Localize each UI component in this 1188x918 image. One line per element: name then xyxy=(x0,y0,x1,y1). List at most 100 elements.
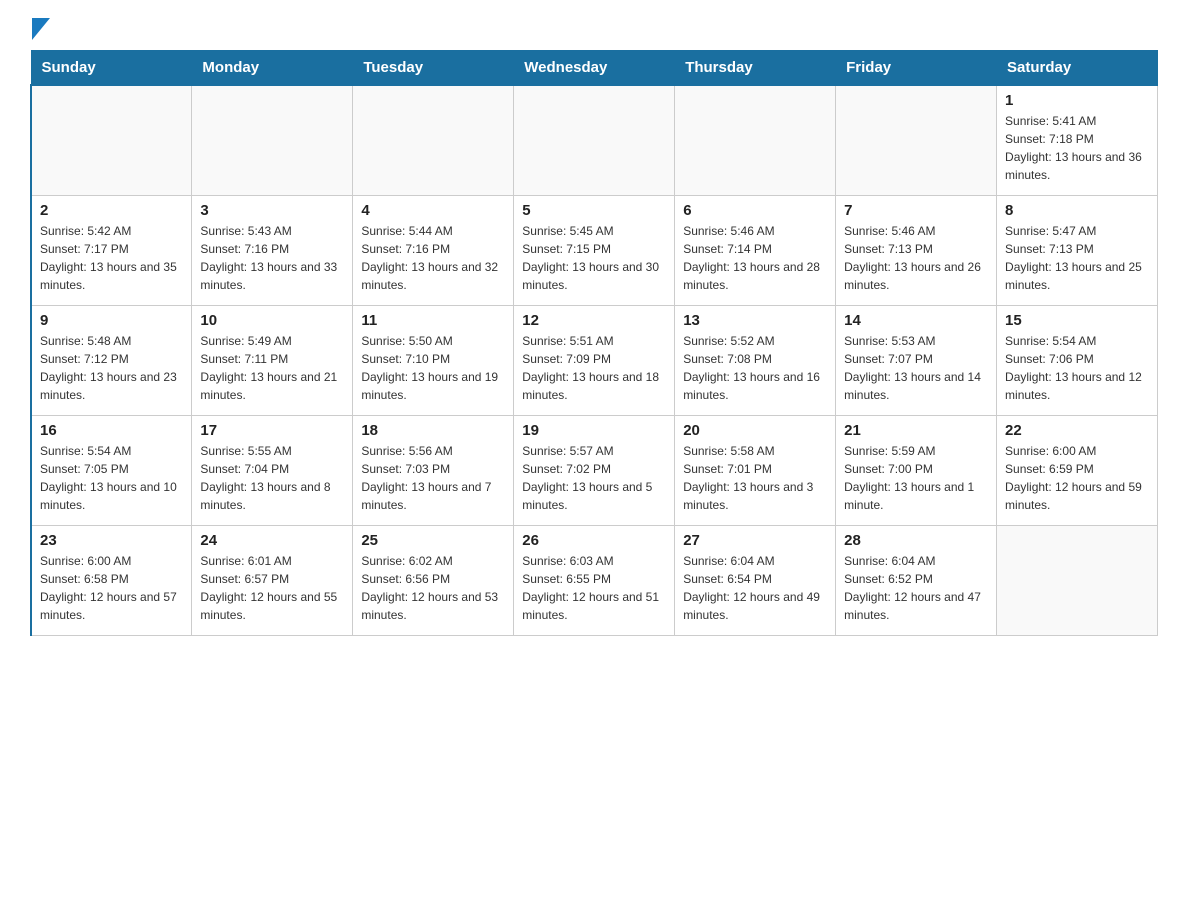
day-info: Sunrise: 6:01 AMSunset: 6:57 PMDaylight:… xyxy=(200,552,344,624)
calendar-cell: 8 Sunrise: 5:47 AMSunset: 7:13 PMDaylight… xyxy=(997,195,1158,305)
calendar-cell: 11 Sunrise: 5:50 AMSunset: 7:10 PMDayligh… xyxy=(353,305,514,415)
calendar-cell: 26 Sunrise: 6:03 AMSunset: 6:55 PMDayligh… xyxy=(514,525,675,635)
day-of-week-sunday: Sunday xyxy=(31,51,192,86)
logo-triangle-icon xyxy=(32,18,50,40)
day-info: Sunrise: 5:54 AMSunset: 7:06 PMDaylight:… xyxy=(1005,332,1149,404)
day-number: 11 xyxy=(361,312,505,329)
day-number: 21 xyxy=(844,422,988,439)
day-of-week-thursday: Thursday xyxy=(675,51,836,86)
calendar-cell xyxy=(514,85,675,195)
day-info: Sunrise: 5:59 AMSunset: 7:00 PMDaylight:… xyxy=(844,442,988,514)
calendar-cell: 6 Sunrise: 5:46 AMSunset: 7:14 PMDaylight… xyxy=(675,195,836,305)
day-number: 12 xyxy=(522,312,666,329)
day-number: 7 xyxy=(844,202,988,219)
day-info: Sunrise: 5:42 AMSunset: 7:17 PMDaylight:… xyxy=(40,222,183,294)
day-info: Sunrise: 5:43 AMSunset: 7:16 PMDaylight:… xyxy=(200,222,344,294)
day-info: Sunrise: 5:50 AMSunset: 7:10 PMDaylight:… xyxy=(361,332,505,404)
calendar-cell: 1 Sunrise: 5:41 AMSunset: 7:18 PMDaylight… xyxy=(997,85,1158,195)
day-info: Sunrise: 5:53 AMSunset: 7:07 PMDaylight:… xyxy=(844,332,988,404)
day-number: 15 xyxy=(1005,312,1149,329)
calendar-cell: 13 Sunrise: 5:52 AMSunset: 7:08 PMDayligh… xyxy=(675,305,836,415)
day-number: 20 xyxy=(683,422,827,439)
day-info: Sunrise: 5:58 AMSunset: 7:01 PMDaylight:… xyxy=(683,442,827,514)
day-info: Sunrise: 5:47 AMSunset: 7:13 PMDaylight:… xyxy=(1005,222,1149,294)
day-of-week-wednesday: Wednesday xyxy=(514,51,675,86)
page-header xyxy=(30,20,1158,40)
day-number: 13 xyxy=(683,312,827,329)
day-info: Sunrise: 5:49 AMSunset: 7:11 PMDaylight:… xyxy=(200,332,344,404)
day-info: Sunrise: 6:04 AMSunset: 6:52 PMDaylight:… xyxy=(844,552,988,624)
day-number: 6 xyxy=(683,202,827,219)
calendar-cell: 27 Sunrise: 6:04 AMSunset: 6:54 PMDayligh… xyxy=(675,525,836,635)
calendar-cell: 18Sunrise: 5:56 AMSunset: 7:03 PMDayligh… xyxy=(353,415,514,525)
calendar-cell: 24 Sunrise: 6:01 AMSunset: 6:57 PMDayligh… xyxy=(192,525,353,635)
day-info: Sunrise: 5:55 AMSunset: 7:04 PMDaylight:… xyxy=(200,442,344,514)
day-info: Sunrise: 6:03 AMSunset: 6:55 PMDaylight:… xyxy=(522,552,666,624)
calendar-cell: 9 Sunrise: 5:48 AMSunset: 7:12 PMDaylight… xyxy=(31,305,192,415)
calendar-week-row: 9 Sunrise: 5:48 AMSunset: 7:12 PMDaylight… xyxy=(31,305,1158,415)
calendar-cell: 10 Sunrise: 5:49 AMSunset: 7:11 PMDayligh… xyxy=(192,305,353,415)
day-number: 17 xyxy=(200,422,344,439)
day-number: 24 xyxy=(200,532,344,549)
calendar-cell: 17 Sunrise: 5:55 AMSunset: 7:04 PMDayligh… xyxy=(192,415,353,525)
day-number: 16 xyxy=(40,422,183,439)
day-info: Sunrise: 6:00 AMSunset: 6:59 PMDaylight:… xyxy=(1005,442,1149,514)
calendar-cell: 3 Sunrise: 5:43 AMSunset: 7:16 PMDaylight… xyxy=(192,195,353,305)
calendar-cell xyxy=(997,525,1158,635)
calendar-cell: 21 Sunrise: 5:59 AMSunset: 7:00 PMDayligh… xyxy=(836,415,997,525)
day-number: 14 xyxy=(844,312,988,329)
day-number: 9 xyxy=(40,312,183,329)
day-number: 23 xyxy=(40,532,183,549)
day-info: Sunrise: 5:46 AMSunset: 7:13 PMDaylight:… xyxy=(844,222,988,294)
calendar-header-row: SundayMondayTuesdayWednesdayThursdayFrid… xyxy=(31,51,1158,86)
calendar-cell: 25Sunrise: 6:02 AMSunset: 6:56 PMDayligh… xyxy=(353,525,514,635)
calendar-cell xyxy=(353,85,514,195)
calendar-week-row: 1 Sunrise: 5:41 AMSunset: 7:18 PMDaylight… xyxy=(31,85,1158,195)
day-number: 8 xyxy=(1005,202,1149,219)
day-number: 10 xyxy=(200,312,344,329)
calendar-cell: 2 Sunrise: 5:42 AMSunset: 7:17 PMDaylight… xyxy=(31,195,192,305)
day-of-week-saturday: Saturday xyxy=(997,51,1158,86)
day-info: Sunrise: 5:57 AMSunset: 7:02 PMDaylight:… xyxy=(522,442,666,514)
calendar-cell xyxy=(192,85,353,195)
day-number: 1 xyxy=(1005,92,1149,109)
calendar-cell: 5 Sunrise: 5:45 AMSunset: 7:15 PMDaylight… xyxy=(514,195,675,305)
calendar-week-row: 2 Sunrise: 5:42 AMSunset: 7:17 PMDaylight… xyxy=(31,195,1158,305)
day-info: Sunrise: 5:46 AMSunset: 7:14 PMDaylight:… xyxy=(683,222,827,294)
day-number: 19 xyxy=(522,422,666,439)
calendar-week-row: 23 Sunrise: 6:00 AMSunset: 6:58 PMDayligh… xyxy=(31,525,1158,635)
calendar-cell xyxy=(31,85,192,195)
day-info: Sunrise: 6:00 AMSunset: 6:58 PMDaylight:… xyxy=(40,552,183,624)
calendar-cell: 28 Sunrise: 6:04 AMSunset: 6:52 PMDayligh… xyxy=(836,525,997,635)
day-number: 27 xyxy=(683,532,827,549)
day-info: Sunrise: 5:54 AMSunset: 7:05 PMDaylight:… xyxy=(40,442,183,514)
calendar-table: SundayMondayTuesdayWednesdayThursdayFrid… xyxy=(30,50,1158,636)
day-number: 4 xyxy=(361,202,505,219)
day-info: Sunrise: 6:02 AMSunset: 6:56 PMDaylight:… xyxy=(361,552,505,624)
day-info: Sunrise: 5:48 AMSunset: 7:12 PMDaylight:… xyxy=(40,332,183,404)
day-info: Sunrise: 5:45 AMSunset: 7:15 PMDaylight:… xyxy=(522,222,666,294)
calendar-cell: 12 Sunrise: 5:51 AMSunset: 7:09 PMDayligh… xyxy=(514,305,675,415)
calendar-cell: 22Sunrise: 6:00 AMSunset: 6:59 PMDayligh… xyxy=(997,415,1158,525)
calendar-cell: 15 Sunrise: 5:54 AMSunset: 7:06 PMDayligh… xyxy=(997,305,1158,415)
calendar-cell xyxy=(675,85,836,195)
calendar-cell: 16 Sunrise: 5:54 AMSunset: 7:05 PMDayligh… xyxy=(31,415,192,525)
day-info: Sunrise: 5:56 AMSunset: 7:03 PMDaylight:… xyxy=(361,442,505,514)
calendar-cell: 23 Sunrise: 6:00 AMSunset: 6:58 PMDayligh… xyxy=(31,525,192,635)
day-info: Sunrise: 6:04 AMSunset: 6:54 PMDaylight:… xyxy=(683,552,827,624)
day-of-week-tuesday: Tuesday xyxy=(353,51,514,86)
day-number: 3 xyxy=(200,202,344,219)
day-number: 2 xyxy=(40,202,183,219)
day-info: Sunrise: 5:41 AMSunset: 7:18 PMDaylight:… xyxy=(1005,112,1149,184)
day-info: Sunrise: 5:51 AMSunset: 7:09 PMDaylight:… xyxy=(522,332,666,404)
day-of-week-monday: Monday xyxy=(192,51,353,86)
day-number: 5 xyxy=(522,202,666,219)
calendar-cell xyxy=(836,85,997,195)
day-info: Sunrise: 5:44 AMSunset: 7:16 PMDaylight:… xyxy=(361,222,505,294)
calendar-cell: 20 Sunrise: 5:58 AMSunset: 7:01 PMDayligh… xyxy=(675,415,836,525)
calendar-cell: 7 Sunrise: 5:46 AMSunset: 7:13 PMDaylight… xyxy=(836,195,997,305)
day-number: 26 xyxy=(522,532,666,549)
calendar-cell: 4 Sunrise: 5:44 AMSunset: 7:16 PMDaylight… xyxy=(353,195,514,305)
day-number: 28 xyxy=(844,532,988,549)
day-info: Sunrise: 5:52 AMSunset: 7:08 PMDaylight:… xyxy=(683,332,827,404)
